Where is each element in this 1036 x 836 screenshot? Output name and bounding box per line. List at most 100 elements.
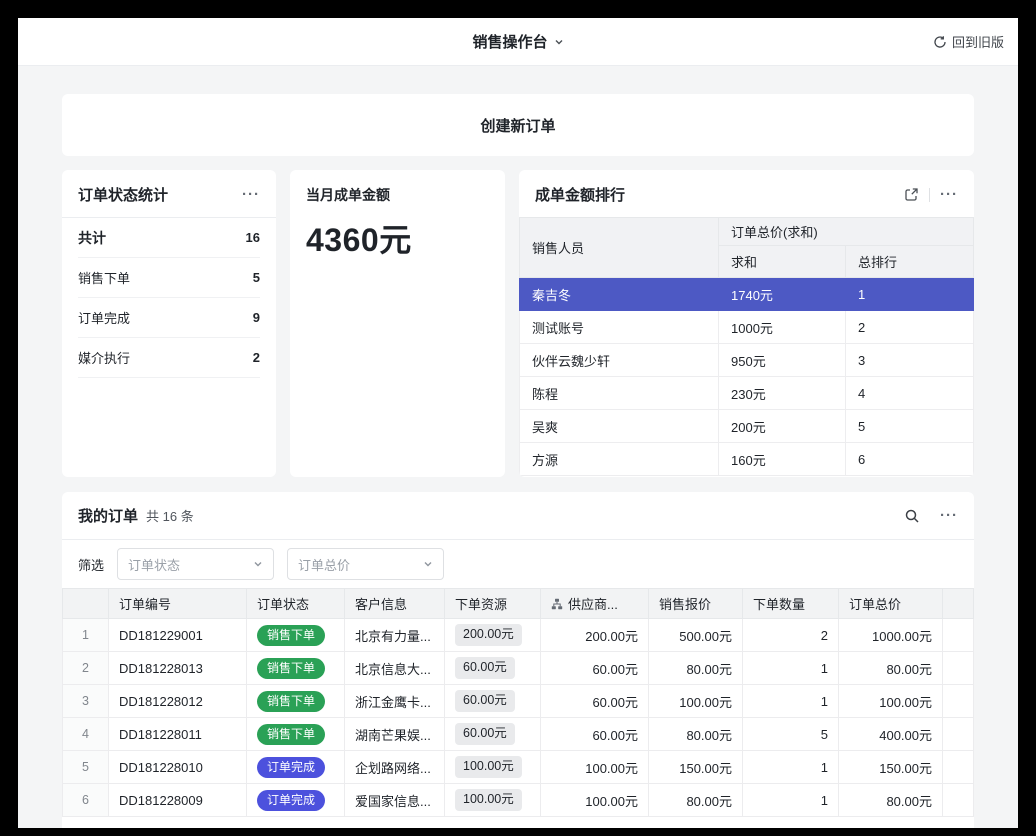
ranking-row[interactable]: 陈程230元4 (520, 377, 974, 410)
order-number-cell: DD181228010 (109, 751, 247, 784)
total-cell: 80.00元 (839, 784, 943, 817)
order-row[interactable]: 2DD181228013销售下单北京信息大...60.00元60.00元80.0… (63, 652, 974, 685)
resource-cell: 100.00元 (445, 784, 541, 817)
export-icon[interactable] (904, 187, 919, 202)
ranking-col-sum[interactable]: 求和 (719, 246, 846, 278)
supplier-cell: 60.00元 (541, 652, 649, 685)
back-to-old-version-button[interactable]: 回到旧版 (933, 32, 1004, 51)
order-row[interactable]: 1DD181229001销售下单北京有力量...200.00元200.00元50… (63, 619, 974, 652)
customer-cell: 北京有力量... (345, 619, 445, 652)
quote-cell: 150.00元 (649, 751, 743, 784)
order-row[interactable]: 5DD181228010订单完成企划路网络...100.00元100.00元15… (63, 751, 974, 784)
order-total-filter-select[interactable]: 订单总价 (287, 548, 444, 580)
status-row-label: 共计 (78, 228, 106, 248)
divider (929, 188, 930, 202)
resource-pill: 60.00元 (455, 723, 515, 745)
quote-cell: 80.00元 (649, 718, 743, 751)
order-row-index: 4 (63, 718, 109, 751)
resource-cell: 60.00元 (445, 718, 541, 751)
resource-pill: 60.00元 (455, 690, 515, 712)
status-row-label: 销售下单 (78, 268, 130, 287)
more-icon[interactable]: ··· (940, 508, 958, 523)
orders-col-header[interactable]: 客户信息 (345, 589, 445, 619)
create-order-button[interactable]: 创建新订单 (62, 94, 974, 156)
more-icon[interactable]: ··· (242, 187, 260, 202)
status-row-value: 16 (246, 230, 260, 245)
my-orders-actions: ··· (904, 508, 958, 524)
ranking-person-name: 伙伴云魏少轩 (520, 344, 719, 377)
ranking-row[interactable]: 伙伴云魏少轩950元3 (520, 344, 974, 377)
my-orders-title: 我的订单 (78, 505, 138, 526)
supplier-cell: 60.00元 (541, 685, 649, 718)
chevron-down-icon (554, 37, 564, 47)
ranking-row[interactable]: 方源160元6 (520, 443, 974, 476)
monthly-amount-title: 当月成单金额 (306, 185, 489, 205)
status-row[interactable]: 订单完成 9 (78, 298, 260, 338)
order-status-card: 订单状态统计 ··· 共计16销售下单5订单完成9媒介执行2 (62, 170, 276, 477)
order-row-index: 2 (63, 652, 109, 685)
chevron-down-icon (253, 559, 263, 569)
order-row[interactable]: 6DD181228009订单完成爱国家信息...100.00元100.00元80… (63, 784, 974, 817)
ranking-person-name: 陈程 (520, 377, 719, 410)
search-icon[interactable] (904, 508, 920, 524)
stats-cards-row: 订单状态统计 ··· 共计16销售下单5订单完成9媒介执行2 当月成单金额 43… (62, 170, 974, 477)
orders-col-index (63, 589, 109, 619)
status-row[interactable]: 共计 16 (78, 218, 260, 258)
monthly-amount-card: 当月成单金额 4360元 (290, 170, 505, 477)
status-row[interactable]: 销售下单5 (78, 258, 260, 298)
status-row[interactable]: 媒介执行2 (78, 338, 260, 378)
status-badge: 销售下单 (257, 691, 325, 712)
quote-cell: 100.00元 (649, 685, 743, 718)
orders-col-header[interactable]: 订单编号 (109, 589, 247, 619)
supplier-cell: 200.00元 (541, 619, 649, 652)
my-orders-count: 共 16 条 (146, 506, 194, 525)
ranking-rank-value: 1 (846, 278, 974, 311)
total-cell: 1000.00元 (839, 619, 943, 652)
orders-col-header[interactable]: 下单数量 (743, 589, 839, 619)
ranking-rank-value: 5 (846, 410, 974, 443)
orders-col-header[interactable]: 供应商... (541, 589, 649, 619)
dashboard-content: 创建新订单 订单状态统计 ··· 共计16销售下单5订单完成9媒介执行2 当月成… (18, 66, 1018, 828)
orders-col-header[interactable]: 销售报价 (649, 589, 743, 619)
ranking-col-person[interactable]: 销售人员 (520, 218, 719, 278)
order-row-index: 3 (63, 685, 109, 718)
page-title: 销售操作台 (472, 31, 547, 52)
resource-pill: 60.00元 (455, 657, 515, 679)
ranking-rank-value: 6 (846, 443, 974, 476)
ranking-col-rank[interactable]: 总排行 (846, 246, 974, 278)
status-badge: 订单完成 (257, 790, 325, 811)
status-badge: 订单完成 (257, 757, 325, 778)
order-status-cell: 销售下单 (247, 619, 345, 652)
ranking-row[interactable]: 测试账号1000元2 (520, 311, 974, 344)
status-row-label: 订单完成 (78, 308, 130, 327)
order-number-cell: DD181228011 (109, 718, 247, 751)
ranking-rank-value: 4 (846, 377, 974, 410)
status-row-value: 9 (253, 310, 260, 325)
ranking-person-name: 秦吉冬 (520, 278, 719, 311)
orders-col-header[interactable]: 订单总价 (839, 589, 943, 619)
quantity-cell: 5 (743, 718, 839, 751)
ranking-card-header: 成单金额排行 ··· (519, 170, 974, 217)
order-row[interactable]: 3DD181228012销售下单浙江金鹰卡...60.00元60.00元100.… (63, 685, 974, 718)
status-badge: 销售下单 (257, 724, 325, 745)
orders-header-row: 订单编号订单状态客户信息下单资源 供应商...销售报价下单数量订单总价 (63, 589, 974, 619)
back-to-old-version-label: 回到旧版 (952, 32, 1004, 51)
order-row[interactable]: 4DD181228011销售下单湖南芒果娱...60.00元60.00元80.0… (63, 718, 974, 751)
resource-pill: 200.00元 (455, 624, 522, 646)
ranking-table: 销售人员 订单总价(求和) 求和 总排行 秦吉冬1740元1测试账号1000元2… (519, 217, 974, 476)
status-rows: 共计 16 销售下单5 订单完成 9 媒介执行2 (62, 218, 276, 378)
orders-col-header[interactable]: 下单资源 (445, 589, 541, 619)
ranking-row[interactable]: 吴爽200元5 (520, 410, 974, 443)
quantity-cell: 1 (743, 685, 839, 718)
orders-col-header[interactable]: 订单状态 (247, 589, 345, 619)
workspace-title-dropdown[interactable]: 销售操作台 (472, 31, 563, 52)
order-number-cell: DD181229001 (109, 619, 247, 652)
order-status-filter-select[interactable]: 订单状态 (117, 548, 274, 580)
create-order-label: 创建新订单 (480, 115, 555, 136)
ranking-sum-value: 200元 (719, 410, 846, 443)
ranking-row[interactable]: 秦吉冬1740元1 (520, 278, 974, 311)
my-orders-header: 我的订单 共 16 条 ··· (62, 492, 974, 540)
more-icon[interactable]: ··· (940, 187, 958, 202)
resource-cell: 200.00元 (445, 619, 541, 652)
customer-cell: 浙江金鹰卡... (345, 685, 445, 718)
